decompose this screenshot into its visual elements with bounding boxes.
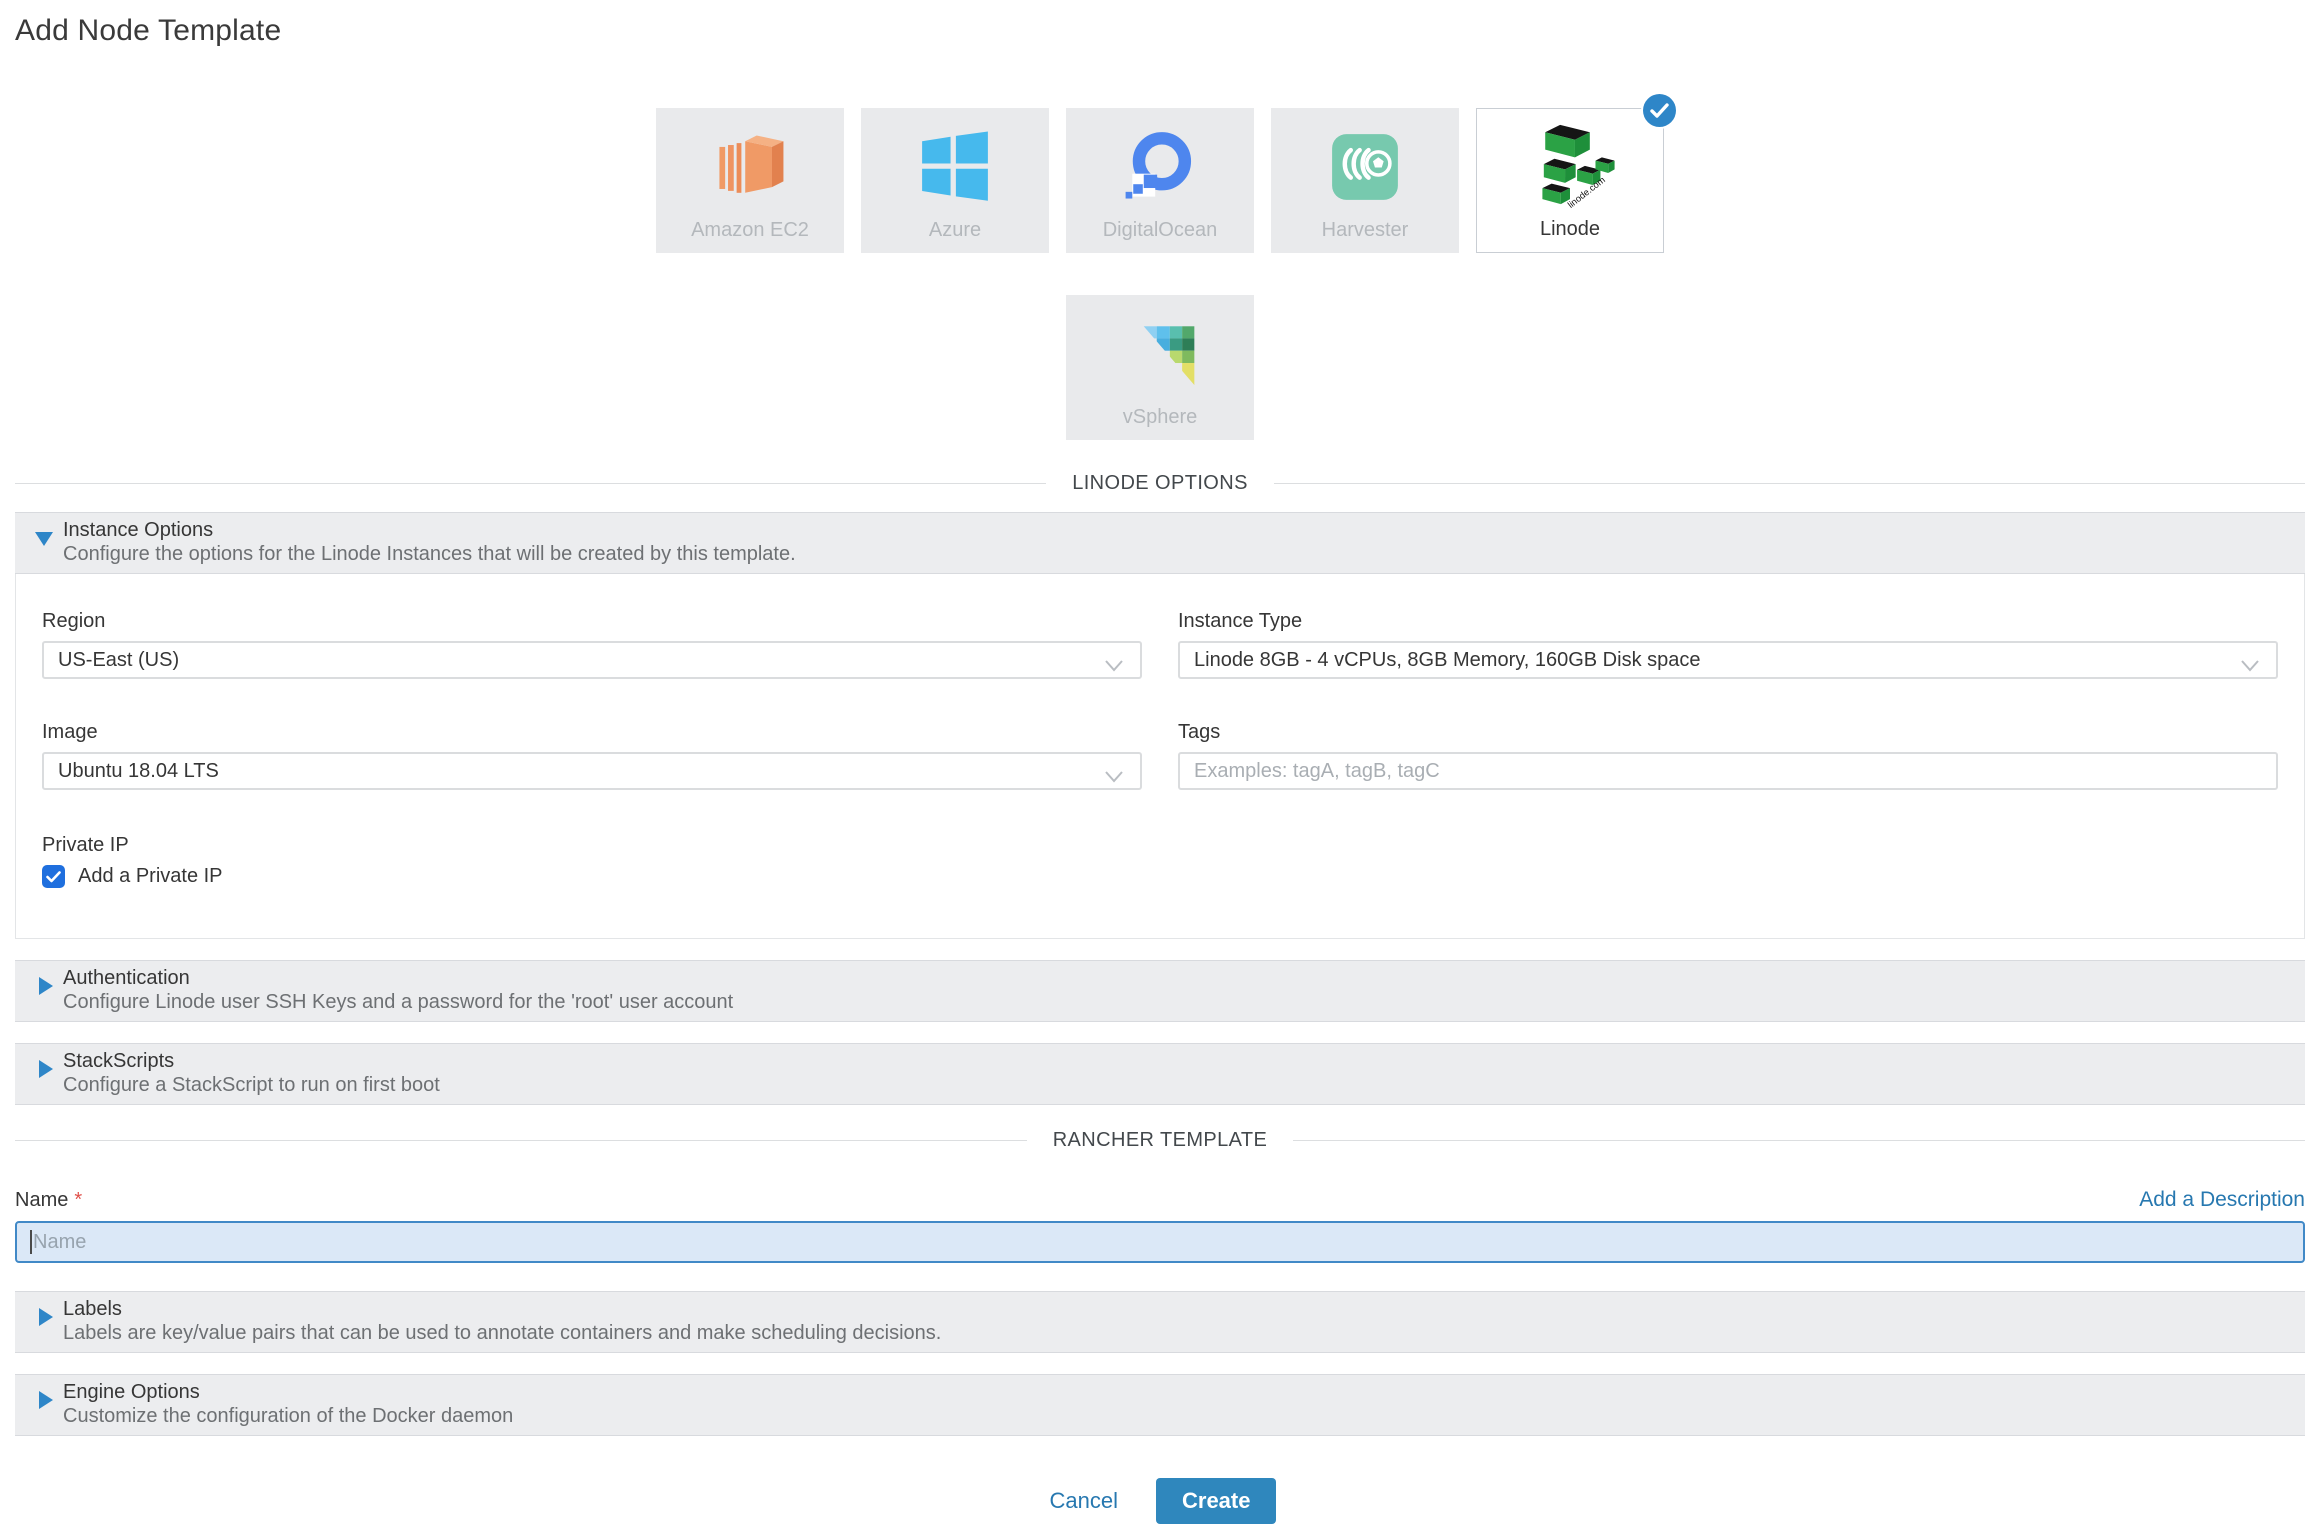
tile-label: Harvester bbox=[1322, 220, 1409, 240]
tile-label: Linode bbox=[1540, 219, 1600, 239]
private-ip-label: Private IP bbox=[42, 834, 2278, 856]
section-subtitle: Customize the configuration of the Docke… bbox=[63, 1404, 2285, 1428]
region-select[interactable]: US-East (US) bbox=[42, 641, 1142, 679]
tile-label: DigitalOcean bbox=[1103, 220, 1218, 240]
section-engine-options: Engine Options Customize the configurati… bbox=[15, 1374, 2305, 1436]
region-field: Region US-East (US) bbox=[42, 610, 1142, 679]
engine-options-header[interactable]: Engine Options Customize the configurati… bbox=[15, 1374, 2305, 1436]
section-subtitle: Labels are key/value pairs that can be u… bbox=[63, 1321, 2285, 1345]
required-asterisk: * bbox=[74, 1189, 82, 1211]
azure-icon bbox=[861, 124, 1049, 210]
provider-row-1: Amazon EC2 Azure bbox=[15, 108, 2305, 253]
instance-type-field: Instance Type Linode 8GB - 4 vCPUs, 8GB … bbox=[1178, 610, 2278, 679]
page-title: Add Node Template bbox=[15, 14, 2305, 48]
section-subtitle: Configure a StackScript to run on first … bbox=[63, 1073, 2285, 1097]
linode-options-separator: LINODE OPTIONS bbox=[15, 472, 2305, 495]
checkbox-checked-icon[interactable] bbox=[42, 865, 65, 888]
instance-type-value: Linode 8GB - 4 vCPUs, 8GB Memory, 160GB … bbox=[1194, 649, 1701, 672]
name-input-wrap bbox=[15, 1221, 2305, 1263]
rancher-template-separator: RANCHER TEMPLATE bbox=[15, 1129, 2305, 1152]
image-field: Image Ubuntu 18.04 LTS bbox=[42, 721, 1142, 790]
name-input[interactable] bbox=[15, 1221, 2305, 1263]
add-description-link[interactable]: Add a Description bbox=[2139, 1188, 2305, 1212]
footer-actions: Cancel Create bbox=[15, 1478, 2305, 1524]
section-authentication: Authentication Configure Linode user SSH… bbox=[15, 960, 2305, 1022]
amazon-ec2-icon bbox=[656, 124, 844, 210]
name-label: Name bbox=[15, 1189, 68, 1211]
section-title: Engine Options bbox=[63, 1380, 2285, 1404]
image-select[interactable]: Ubuntu 18.04 LTS bbox=[42, 752, 1142, 790]
tile-label: Amazon EC2 bbox=[691, 220, 809, 240]
section-stackscripts: StackScripts Configure a StackScript to … bbox=[15, 1043, 2305, 1105]
labels-header[interactable]: Labels Labels are key/value pairs that c… bbox=[15, 1291, 2305, 1353]
section-title: StackScripts bbox=[63, 1049, 2285, 1073]
provider-tile-digitalocean[interactable]: DigitalOcean bbox=[1066, 108, 1254, 253]
instance-options-body: Region US-East (US) Instance Type Linode… bbox=[15, 574, 2305, 939]
private-ip-checkbox-label: Add a Private IP bbox=[78, 865, 223, 888]
image-label: Image bbox=[42, 721, 1142, 743]
instance-type-select[interactable]: Linode 8GB - 4 vCPUs, 8GB Memory, 160GB … bbox=[1178, 641, 2278, 679]
image-value: Ubuntu 18.04 LTS bbox=[58, 760, 219, 783]
cancel-button[interactable]: Cancel bbox=[1044, 1487, 1124, 1515]
separator-line bbox=[1274, 483, 2305, 484]
triangle-right-icon bbox=[39, 1308, 53, 1326]
section-labels: Labels Labels are key/value pairs that c… bbox=[15, 1291, 2305, 1353]
name-row: Name * Add a Description bbox=[15, 1188, 2305, 1212]
provider-tile-harvester[interactable]: Harvester bbox=[1271, 108, 1459, 253]
tile-label: Azure bbox=[929, 220, 981, 240]
instance-type-label: Instance Type bbox=[1178, 610, 2278, 632]
section-subtitle: Configure Linode user SSH Keys and a pas… bbox=[63, 990, 2285, 1014]
separator-line bbox=[15, 483, 1046, 484]
region-label: Region bbox=[42, 610, 1142, 632]
linode-logo-icon: linode.com bbox=[1477, 125, 1663, 211]
separator-line bbox=[1293, 1140, 2305, 1141]
stackscripts-header[interactable]: StackScripts Configure a StackScript to … bbox=[15, 1043, 2305, 1105]
section-subtitle: Configure the options for the Linode Ins… bbox=[63, 542, 2285, 566]
tags-input[interactable] bbox=[1178, 752, 2278, 790]
region-value: US-East (US) bbox=[58, 649, 179, 672]
text-cursor bbox=[30, 1230, 32, 1254]
provider-tile-azure[interactable]: Azure bbox=[861, 108, 1049, 253]
provider-tile-linode[interactable]: linode.com Linode bbox=[1476, 108, 1664, 253]
separator-line bbox=[15, 1140, 1027, 1141]
tags-field: Tags bbox=[1178, 721, 2278, 790]
digitalocean-icon bbox=[1066, 124, 1254, 210]
create-button[interactable]: Create bbox=[1156, 1478, 1276, 1524]
vsphere-icon bbox=[1066, 311, 1254, 397]
provider-tile-amazon-ec2[interactable]: Amazon EC2 bbox=[656, 108, 844, 253]
triangle-down-icon bbox=[35, 532, 53, 546]
chevron-down-icon bbox=[2240, 655, 2260, 678]
separator-label: LINODE OPTIONS bbox=[1046, 472, 1274, 495]
provider-tile-vsphere[interactable]: vSphere bbox=[1066, 295, 1254, 440]
section-title: Labels bbox=[63, 1297, 2285, 1321]
provider-row-2: vSphere bbox=[15, 295, 2305, 440]
separator-label: RANCHER TEMPLATE bbox=[1027, 1129, 1294, 1152]
add-node-template-page: Add Node Template Amazon EC2 bbox=[0, 0, 2320, 1526]
private-ip-checkbox-row[interactable]: Add a Private IP bbox=[42, 865, 2278, 888]
instance-options-header[interactable]: Instance Options Configure the options f… bbox=[15, 512, 2305, 574]
private-ip-field: Private IP Add a Private IP bbox=[42, 834, 2278, 888]
chevron-down-icon bbox=[1104, 766, 1124, 789]
selected-check-icon bbox=[1643, 94, 1676, 127]
section-title: Authentication bbox=[63, 966, 2285, 990]
section-title: Instance Options bbox=[63, 518, 2285, 542]
tags-label: Tags bbox=[1178, 721, 2278, 743]
triangle-right-icon bbox=[39, 977, 53, 995]
chevron-down-icon bbox=[1104, 655, 1124, 678]
harvester-icon bbox=[1271, 124, 1459, 210]
triangle-right-icon bbox=[39, 1060, 53, 1078]
section-instance-options: Instance Options Configure the options f… bbox=[15, 512, 2305, 939]
authentication-header[interactable]: Authentication Configure Linode user SSH… bbox=[15, 960, 2305, 1022]
tile-label: vSphere bbox=[1123, 407, 1198, 427]
triangle-right-icon bbox=[39, 1391, 53, 1409]
